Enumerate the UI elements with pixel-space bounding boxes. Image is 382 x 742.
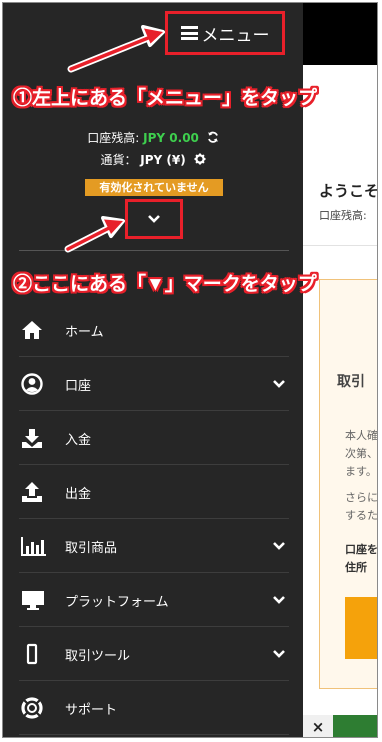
gear-icon[interactable] <box>194 153 206 168</box>
welcome-heading: ようこそ <box>319 182 378 200</box>
chevron-down-icon[interactable] <box>269 536 289 556</box>
chevron-down-icon[interactable] <box>269 590 289 610</box>
banner-close-button[interactable]: × <box>303 715 333 737</box>
nav-item-label: 取引商品 <box>65 540 118 556</box>
currency-row: 通貨： JPY (¥) <box>3 151 303 168</box>
menu-button[interactable]: メニュー <box>165 11 285 55</box>
chevron-down-icon[interactable] <box>269 374 289 394</box>
upload-icon <box>21 480 51 504</box>
nav-item-deposit[interactable]: 入金 <box>19 412 289 465</box>
user-circle-icon <box>21 372 51 396</box>
currency-value: JPY (¥) <box>140 153 186 167</box>
refresh-icon[interactable] <box>207 131 219 146</box>
nav-item-label: プラットフォーム <box>65 594 169 610</box>
chevron-down-icon <box>148 215 160 223</box>
nav-item-label: サポート <box>65 702 118 718</box>
nav-item-label: 入金 <box>65 432 92 448</box>
life-ring-icon <box>21 696 51 720</box>
balance-label: 口座残高: <box>87 131 140 145</box>
nav-item-platform[interactable]: プラットフォーム <box>19 574 289 627</box>
monitor-icon <box>21 588 51 612</box>
menu-button-label: メニュー <box>201 25 270 46</box>
page-divider <box>303 245 377 246</box>
page-balance-label: 口座残高: <box>319 209 367 222</box>
notice-text-2: さらに するた <box>345 491 378 522</box>
annotation-step-2: ②ここにある「▼」マークをタップ <box>13 274 317 295</box>
screenshot-frame: ようこそ 口座残高: 取引 本人確 次第、 ます。 さらに するた 口座を 住所… <box>2 2 378 738</box>
nav-item-label: 取引ツール <box>65 648 131 664</box>
notice-text-3: 口座を 住所 <box>345 543 378 574</box>
account-balance-row: 口座残高: JPY 0.00 <box>3 129 303 146</box>
notice-action-button[interactable] <box>345 597 377 659</box>
hamburger-icon <box>180 26 198 40</box>
bar-chart-icon <box>21 534 51 558</box>
nav-item-products[interactable]: 取引商品 <box>19 520 289 573</box>
notice-card-title: 取引 <box>337 374 365 390</box>
currency-label: 通貨： <box>100 153 137 167</box>
nav-item-support[interactable]: サポート <box>19 682 289 735</box>
balance-value: JPY 0.00 <box>143 131 199 145</box>
nav-item-label: ホーム <box>65 324 104 340</box>
nav-item-label: 口座 <box>65 378 92 394</box>
chevron-down-icon[interactable] <box>269 644 289 664</box>
annotation-step-1: ①左上にある「メニュー」をタップ <box>13 88 318 109</box>
nav-item-tools[interactable]: 取引ツール <box>19 628 289 681</box>
nav-item-label: 出金 <box>65 486 92 502</box>
download-icon <box>21 426 51 450</box>
nav-item-withdraw[interactable]: 出金 <box>19 466 289 519</box>
status-badge: 有効化されていません <box>85 179 223 196</box>
home-icon <box>21 318 51 342</box>
account-expand-button[interactable] <box>125 199 183 239</box>
side-menu: メニュー 口座残高: JPY 0.00 通貨： JPY (¥) 有効化されていま… <box>3 3 303 737</box>
menu-divider <box>19 250 289 251</box>
nav-item-home[interactable]: ホーム <box>19 304 289 357</box>
notice-text-1: 本人確 次第、 ます。 <box>345 429 378 478</box>
nav-item-account[interactable]: 口座 <box>19 358 289 411</box>
main-page: ようこそ 口座残高: 取引 本人確 次第、 ます。 さらに するた 口座を 住所… <box>303 65 378 737</box>
tool-icon <box>21 642 51 666</box>
